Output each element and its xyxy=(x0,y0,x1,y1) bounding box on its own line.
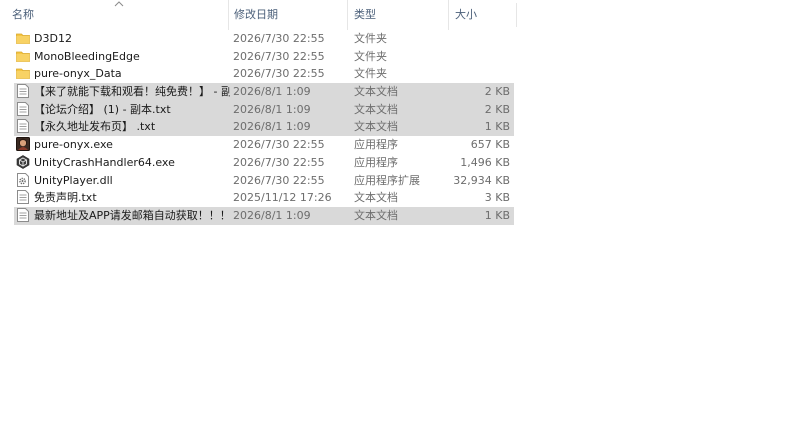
file-modified-date: 2026/7/30 22:55 xyxy=(233,67,325,81)
dll-icon xyxy=(16,172,30,189)
file-name: 【论坛介绍】 (1) - 副本.txt xyxy=(34,102,171,116)
file-size: 657 KB xyxy=(470,138,510,152)
folder-icon xyxy=(16,30,30,47)
file-type: 文件夹 xyxy=(354,67,387,81)
file-explorer: 名称 修改日期 类型 大小 D3D12 2026/7/30 22:55 文件夹 Mon… xyxy=(0,0,800,426)
file-row[interactable]: D3D12 2026/7/30 22:55 文件夹 xyxy=(14,30,514,48)
file-modified-date: 2026/8/1 1:09 xyxy=(233,120,311,134)
file-modified-date: 2026/8/1 1:09 xyxy=(233,208,311,222)
column-header-type[interactable]: 类型 xyxy=(347,0,447,30)
file-size: 3 KB xyxy=(484,191,510,205)
unity-icon xyxy=(16,154,30,171)
column-divider xyxy=(516,3,517,27)
text-file-icon xyxy=(16,189,30,206)
file-row[interactable]: UnityPlayer.dll 2026/7/30 22:55 应用程序扩展 32,9… xyxy=(14,172,514,190)
file-row[interactable]: 【永久地址发布页】 .txt 2026/8/1 1:09 文本文档 1 KB xyxy=(14,118,514,137)
file-type: 文本文档 xyxy=(354,102,398,116)
file-size: 1,496 KB xyxy=(460,155,510,169)
file-type: 应用程序 xyxy=(354,138,398,152)
file-type: 文本文档 xyxy=(354,208,398,222)
text-file-icon xyxy=(16,83,30,100)
file-type: 文本文档 xyxy=(354,85,398,99)
column-header-bar: 名称 修改日期 类型 大小 xyxy=(0,0,800,30)
file-type: 文件夹 xyxy=(354,49,387,63)
app-exe-icon xyxy=(16,136,30,153)
text-file-icon xyxy=(16,101,30,118)
file-row[interactable]: MonoBleedingEdge 2026/7/30 22:55 文件夹 xyxy=(14,48,514,66)
folder-icon xyxy=(16,48,30,65)
file-modified-date: 2026/7/30 22:55 xyxy=(233,32,325,45)
file-row[interactable]: pure-onyx_Data 2026/7/30 22:55 文件夹 xyxy=(14,65,514,83)
file-name: MonoBleedingEdge xyxy=(34,49,140,63)
file-row[interactable]: 【来了就能下载和观看！纯免费！】 - 副... 2026/8/1 1:09 文本文档… xyxy=(14,83,514,101)
file-modified-date: 2026/7/30 22:55 xyxy=(233,49,325,63)
file-row[interactable]: 【论坛介绍】 (1) - 副本.txt 2026/8/1 1:09 文本文档 2 KB xyxy=(14,100,514,119)
file-name: UnityPlayer.dll xyxy=(34,173,113,187)
file-modified-date: 2026/7/30 22:55 xyxy=(233,138,325,152)
file-type: 文件夹 xyxy=(354,32,387,45)
file-modified-date: 2026/8/1 1:09 xyxy=(233,102,311,116)
file-row[interactable]: pure-onyx.exe 2026/7/30 22:55 应用程序 657 KB xyxy=(14,136,514,154)
file-name: UnityCrashHandler64.exe xyxy=(34,155,175,169)
column-header-name[interactable]: 名称 xyxy=(12,0,227,30)
file-name: 免责声明.txt xyxy=(34,191,97,205)
file-name: pure-onyx_Data xyxy=(34,67,122,81)
file-size: 1 KB xyxy=(484,120,510,134)
file-size: 2 KB xyxy=(484,102,510,116)
column-header-date[interactable]: 修改日期 xyxy=(228,0,346,30)
text-file-icon xyxy=(16,118,30,135)
file-name: D3D12 xyxy=(34,32,72,45)
file-type: 应用程序扩展 xyxy=(354,173,420,187)
file-list: D3D12 2026/7/30 22:55 文件夹 MonoBleedingEdge 2… xyxy=(14,30,514,225)
file-name: pure-onyx.exe xyxy=(34,138,113,152)
file-name: 【来了就能下载和观看！纯免费！】 - 副... xyxy=(34,85,230,99)
file-modified-date: 2026/7/30 22:55 xyxy=(233,173,325,187)
file-type: 文本文档 xyxy=(354,191,398,205)
file-modified-date: 2025/11/12 17:26 xyxy=(233,191,332,205)
file-size: 1 KB xyxy=(484,208,510,222)
file-row[interactable]: 免责声明.txt 2025/11/12 17:26 文本文档 3 KB xyxy=(14,189,514,207)
file-name: 【永久地址发布页】 .txt xyxy=(34,120,156,134)
file-row[interactable]: 最新地址及APP请发邮箱自动获取！！！... 2026/8/1 1:09 文本文档 1… xyxy=(14,206,514,225)
text-file-icon xyxy=(16,207,30,224)
file-type: 文本文档 xyxy=(354,120,398,134)
file-type: 应用程序 xyxy=(354,155,398,169)
file-modified-date: 2026/7/30 22:55 xyxy=(233,155,325,169)
file-modified-date: 2026/8/1 1:09 xyxy=(233,85,311,99)
file-row[interactable]: UnityCrashHandler64.exe 2026/7/30 22:55 应用… xyxy=(14,154,514,172)
file-size: 2 KB xyxy=(484,85,510,99)
column-header-size[interactable]: 大小 xyxy=(448,0,516,30)
folder-icon xyxy=(16,65,30,82)
file-size: 32,934 KB xyxy=(453,173,510,187)
file-name: 最新地址及APP请发邮箱自动获取！！！... xyxy=(34,208,230,222)
